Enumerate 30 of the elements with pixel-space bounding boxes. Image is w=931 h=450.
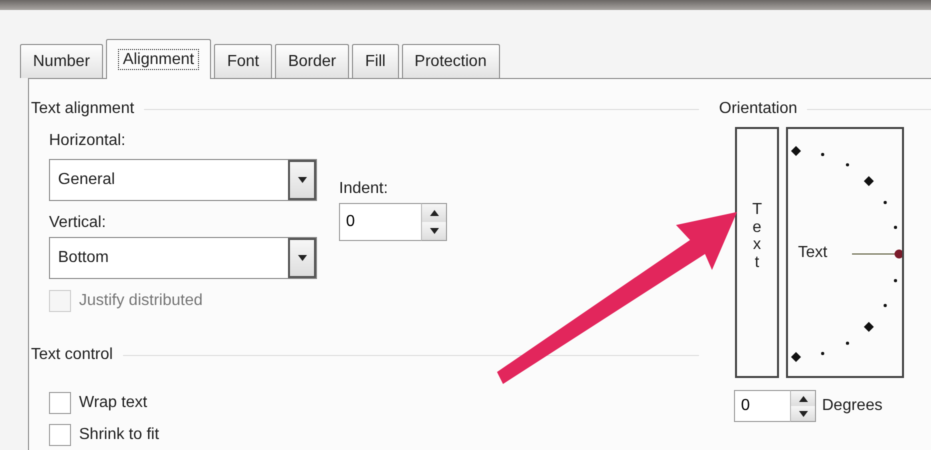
field-label: Horizontal: [49,131,126,151]
orientation-dial[interactable]: Text [786,127,904,378]
spin-down-icon[interactable] [791,406,815,421]
tab[interactable]: Number [20,44,103,78]
vertical-text-box[interactable]: Text [735,127,779,378]
dropdown[interactable]: Bottom [49,237,317,279]
tab[interactable]: Fill [352,44,399,78]
dial-text: Text [798,243,828,263]
spin-up-icon[interactable] [791,391,815,406]
tab[interactable]: Font [214,44,272,78]
checkbox-label: Wrap text [79,393,148,413]
spin-down-icon[interactable] [422,222,446,240]
field-label: Indent: [339,179,389,199]
tab[interactable]: Alignment [106,39,212,79]
section-title: Orientation [719,99,798,119]
checkbox-label: Shrink to fit [79,425,160,445]
checkbox[interactable] [49,392,71,414]
indent-spinner[interactable]: 0 [339,203,421,241]
tab[interactable]: Protection [402,44,500,78]
field-label: Vertical: [49,213,107,233]
checkbox[interactable] [49,424,71,446]
vertical-text: Text [752,201,762,273]
dropdown[interactable]: General [49,159,317,201]
section-title: Text control [31,345,113,365]
section-title: Text alignment [31,99,134,119]
spin-up-icon[interactable] [422,204,446,222]
degrees-spinner[interactable]: 0 [734,390,790,422]
checkbox-label: Justify distributed [79,291,203,311]
field-label: Degrees [822,396,882,416]
tab[interactable]: Border [275,44,350,78]
